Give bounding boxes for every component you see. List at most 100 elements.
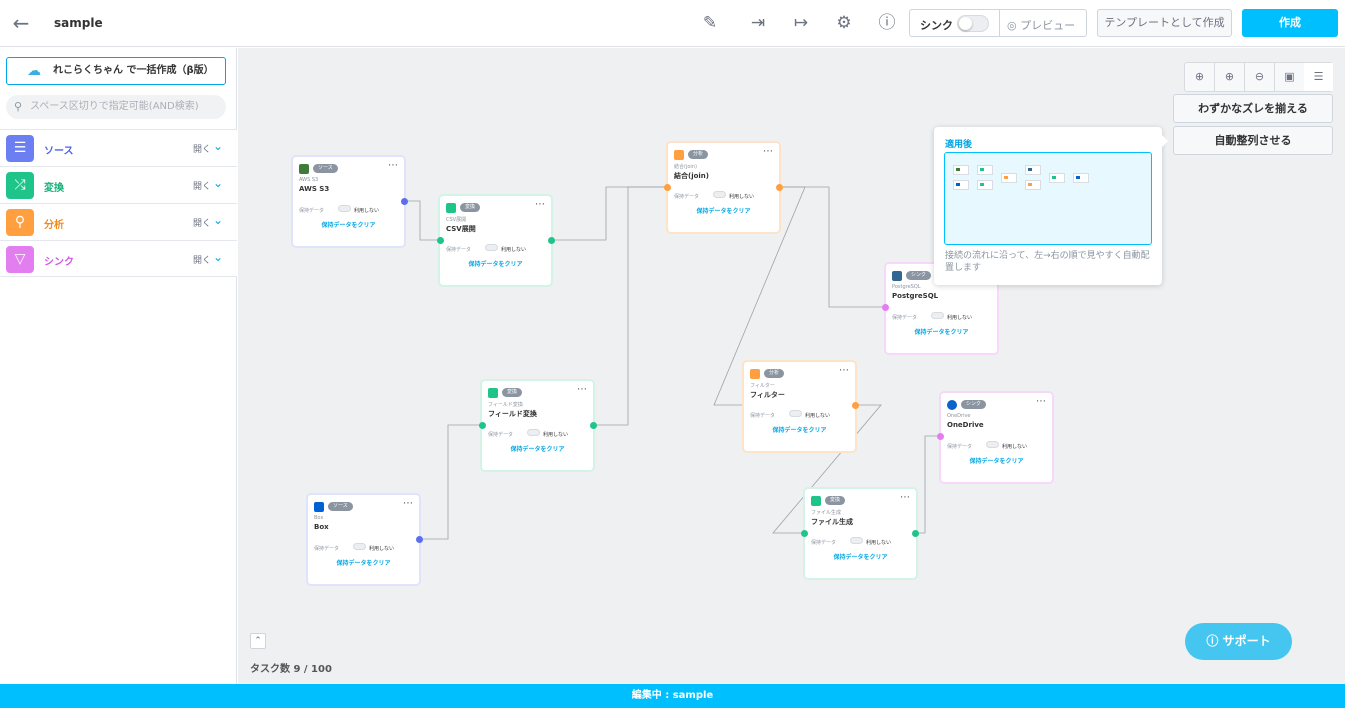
fit-view-icon[interactable]: ▣	[1275, 63, 1305, 91]
retain-data-label: 保持データ	[299, 208, 325, 214]
input-port[interactable]	[437, 237, 444, 244]
input-port[interactable]	[664, 184, 671, 191]
clear-data-link[interactable]: 保持データをクリア	[941, 456, 1052, 465]
output-port[interactable]	[776, 184, 783, 191]
auto-arrange-button[interactable]: 自動整列させる	[1173, 126, 1333, 155]
auto-arrange-tooltip: 適用後 接続の流れに沿って、左→右の順で見やすく自動配置します	[934, 127, 1168, 285]
retain-data-label: 保持データ	[892, 315, 918, 321]
input-port[interactable]	[479, 422, 486, 429]
node-badge: 分析	[688, 150, 709, 159]
retain-data-toggle[interactable]	[789, 410, 802, 417]
flow-node-aws-s3[interactable]: ソース ⋯ AWS S3 AWS S3 保持データ 利用しない 保持データをクリ…	[293, 157, 404, 246]
aws-s3-icon	[299, 164, 309, 174]
output-port[interactable]	[590, 422, 597, 429]
align-button[interactable]: わずかなズレを揃える	[1173, 94, 1333, 123]
retain-data-toggle[interactable]	[338, 205, 351, 212]
not-use-label: 利用しない	[543, 432, 569, 438]
node-type: 結合(join)	[674, 164, 697, 170]
support-button[interactable]: ⓘ サポート	[1185, 623, 1292, 660]
flow-node-box[interactable]: ソース ⋯ Box Box 保持データ 利用しない 保持データをクリア	[308, 495, 419, 584]
input-port[interactable]	[882, 304, 889, 311]
output-port[interactable]	[548, 237, 555, 244]
more-icon[interactable]: ⋯	[388, 161, 398, 171]
input-port[interactable]	[801, 530, 808, 537]
canvas-toolbox: ⊕ ⊕ ⊖ ▣ ☰	[1184, 62, 1333, 92]
zoom-in-icon[interactable]: ⊕	[1215, 63, 1245, 91]
node-badge: 変換	[460, 203, 481, 212]
more-icon[interactable]: ⋯	[763, 147, 773, 157]
postgresql-icon	[892, 271, 902, 281]
node-badge: ソース	[328, 502, 353, 511]
output-port[interactable]	[416, 536, 423, 543]
clear-data-link[interactable]: 保持データをクリア	[293, 220, 404, 229]
node-type: フィルター	[750, 383, 775, 389]
retain-data-toggle[interactable]	[485, 244, 498, 251]
transform-icon	[446, 203, 456, 213]
retain-data-label: 保持データ	[750, 413, 776, 419]
preview-node	[977, 165, 993, 175]
not-use-label: 利用しない	[501, 247, 527, 253]
flow-node-onedrive[interactable]: シンク ⋯ OneDrive OneDrive 保持データ 利用しない 保持デー…	[941, 393, 1052, 482]
support-label: サポート	[1222, 634, 1271, 648]
flow-node-field-transform[interactable]: 変換 ⋯ フィールド変換 フィールド変換 保持データ 利用しない 保持データをク…	[482, 381, 593, 470]
clear-data-link[interactable]: 保持データをクリア	[668, 206, 779, 215]
more-icon[interactable]: ⋯	[403, 499, 413, 509]
node-type: AWS S3	[299, 177, 319, 183]
more-icon[interactable]: ⋯	[900, 493, 910, 503]
arrange-icon[interactable]: ☰	[1304, 63, 1333, 91]
flow-node-filter[interactable]: 分析 ⋯ フィルター フィルター 保持データ 利用しない 保持データをクリア	[744, 362, 855, 451]
transform-icon	[488, 388, 498, 398]
output-port[interactable]	[912, 530, 919, 537]
preview-node	[977, 180, 993, 190]
clear-data-link[interactable]: 保持データをクリア	[308, 558, 419, 567]
flow-node-csv[interactable]: 変換 ⋯ CSV展開 CSV展開 保持データ 利用しない 保持データをクリア	[440, 196, 551, 285]
retain-data-toggle[interactable]	[986, 441, 999, 448]
node-badge: 分析	[764, 369, 785, 378]
more-icon[interactable]: ⋯	[839, 366, 849, 376]
retain-data-label: 保持データ	[314, 546, 340, 552]
chevron-up-icon[interactable]: ⌃	[250, 633, 266, 649]
center-icon[interactable]: ⊕	[1185, 63, 1215, 91]
node-badge: シンク	[906, 271, 932, 280]
node-name: フィールド変換	[488, 410, 537, 418]
preview-node	[1049, 173, 1065, 183]
status-bar: 編集中 : sample	[0, 684, 1345, 708]
preview-node	[953, 165, 969, 175]
node-name: Box	[314, 523, 329, 531]
flow-node-join[interactable]: 分析 ⋯ 結合(join) 結合(join) 保持データ 利用しない 保持データ…	[668, 143, 779, 232]
node-name: AWS S3	[299, 185, 330, 193]
node-type: ファイル生成	[811, 510, 842, 516]
output-port[interactable]	[401, 198, 408, 205]
arrange-preview	[944, 152, 1152, 245]
more-icon[interactable]: ⋯	[535, 200, 545, 210]
retain-data-toggle[interactable]	[527, 429, 540, 436]
clear-data-link[interactable]: 保持データをクリア	[482, 444, 593, 453]
node-type: フィールド変換	[488, 402, 523, 408]
tooltip-description: 接続の流れに沿って、左→右の順で見やすく自動配置します	[945, 251, 1150, 273]
node-name: フィルター	[750, 391, 785, 399]
clear-data-link[interactable]: 保持データをクリア	[805, 552, 916, 561]
retain-data-toggle[interactable]	[353, 543, 366, 550]
preview-node	[1025, 180, 1041, 190]
clear-data-link[interactable]: 保持データをクリア	[440, 259, 551, 268]
analysis-icon	[750, 369, 760, 379]
flow-node-file-generate[interactable]: 変換 ⋯ ファイル生成 ファイル生成 保持データ 利用しない 保持データをクリア	[805, 489, 916, 578]
not-use-label: 利用しない	[947, 315, 973, 321]
retain-data-toggle[interactable]	[713, 191, 726, 198]
more-icon[interactable]: ⋯	[1036, 397, 1046, 407]
clear-data-link[interactable]: 保持データをクリア	[744, 425, 855, 434]
not-use-label: 利用しない	[805, 413, 831, 419]
clear-data-link[interactable]: 保持データをクリア	[886, 327, 997, 336]
input-port[interactable]	[937, 433, 944, 440]
not-use-label: 利用しない	[369, 546, 395, 552]
retain-data-toggle[interactable]	[850, 537, 863, 544]
cloud-icon	[947, 400, 957, 410]
more-icon[interactable]: ⋯	[577, 385, 587, 395]
zoom-out-icon[interactable]: ⊖	[1245, 63, 1275, 91]
output-port[interactable]	[852, 402, 859, 409]
task-count: タスク数 9 / 100	[250, 664, 332, 675]
not-use-label: 利用しない	[866, 540, 892, 546]
retain-data-toggle[interactable]	[931, 312, 944, 319]
transform-icon	[811, 496, 821, 506]
node-badge: 変換	[502, 388, 523, 397]
